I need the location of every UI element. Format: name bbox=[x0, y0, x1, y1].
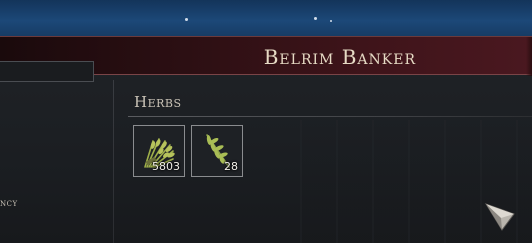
mouse-cursor-icon bbox=[484, 200, 520, 240]
title-bar-edge bbox=[526, 37, 532, 76]
window-title: Belrim Banker bbox=[263, 45, 416, 69]
section-title: Herbs bbox=[134, 93, 182, 111]
item-slot-herb-sprig[interactable]: 28 bbox=[191, 125, 243, 177]
star bbox=[314, 17, 317, 20]
item-count: 5803 bbox=[152, 160, 180, 173]
panel-divider bbox=[113, 80, 114, 243]
item-count: 28 bbox=[224, 160, 238, 173]
star bbox=[330, 20, 332, 22]
search-input[interactable] bbox=[0, 61, 94, 82]
section-divider bbox=[128, 116, 532, 117]
sky-background bbox=[0, 0, 532, 38]
category-list-item[interactable]: ncy bbox=[0, 198, 18, 209]
star bbox=[185, 18, 188, 21]
item-slot-herb-bundle[interactable]: 5803 bbox=[133, 125, 185, 177]
